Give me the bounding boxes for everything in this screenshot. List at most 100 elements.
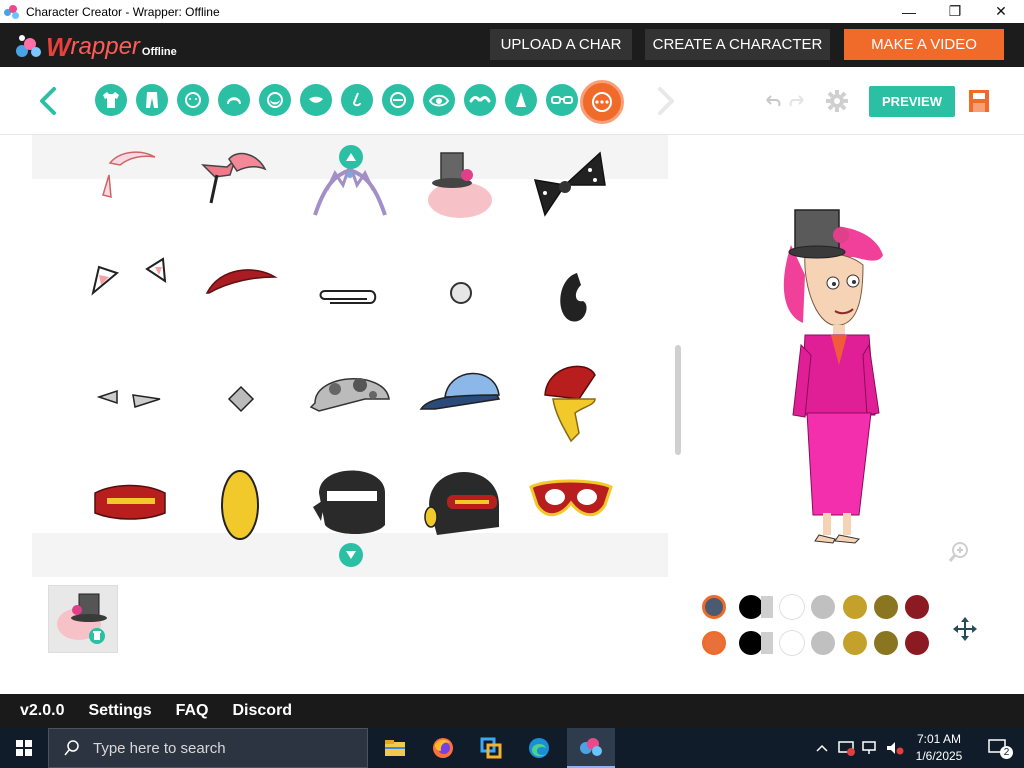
delete-accessory-icon[interactable] bbox=[89, 628, 105, 644]
notifications-button[interactable]: 2 bbox=[978, 728, 1018, 768]
black-polka-bow-item[interactable] bbox=[525, 145, 615, 235]
color-swatch[interactable] bbox=[702, 631, 726, 655]
wrapper-logo[interactable]: W rapper Offline bbox=[16, 29, 177, 61]
search-placeholder: Type here to search bbox=[93, 739, 226, 757]
color-swatch[interactable] bbox=[905, 595, 929, 619]
color-panel bbox=[0, 577, 1024, 694]
face-shape-icon[interactable] bbox=[177, 84, 209, 116]
wrapper-app-icon bbox=[4, 4, 20, 20]
upload-char-button[interactable]: UPLOAD A CHAR bbox=[490, 29, 632, 60]
tray-expand-icon[interactable] bbox=[812, 728, 832, 768]
glasses-icon[interactable] bbox=[546, 84, 578, 116]
color-swatch[interactable] bbox=[874, 595, 898, 619]
diamond-earrings-item[interactable] bbox=[85, 355, 175, 445]
volume-muted-icon[interactable] bbox=[884, 728, 906, 768]
beard-icon[interactable] bbox=[259, 84, 291, 116]
settings-link[interactable]: Settings bbox=[88, 702, 151, 720]
swatch-dropdown-toggle[interactable] bbox=[761, 596, 773, 618]
logo-rapper: rapper bbox=[70, 33, 140, 60]
security-alert-icon[interactable] bbox=[836, 728, 858, 768]
hair-icon[interactable] bbox=[218, 84, 250, 116]
logo-offline: Offline bbox=[141, 46, 177, 58]
close-button[interactable]: ✕ bbox=[978, 0, 1024, 23]
notification-count: 2 bbox=[1000, 746, 1013, 759]
spartan-helmet-item[interactable] bbox=[525, 355, 615, 445]
clock-time: 7:01 AM bbox=[916, 732, 962, 746]
pink-bow-headband-item[interactable] bbox=[195, 145, 285, 235]
settings-gear-icon[interactable] bbox=[825, 89, 849, 113]
animal-ears-item[interactable] bbox=[85, 245, 175, 335]
redo-icon[interactable] bbox=[788, 92, 806, 110]
diamond-stud-item[interactable] bbox=[195, 355, 285, 445]
camo-bandana-item[interactable] bbox=[305, 355, 395, 445]
color-swatch[interactable] bbox=[905, 631, 929, 655]
blue-cap-item[interactable] bbox=[415, 355, 505, 445]
cat-ears-headband-item[interactable] bbox=[85, 145, 175, 235]
app-footer: v2.0.0 Settings FAQ Discord bbox=[0, 694, 1024, 728]
maximize-button[interactable]: ❐ bbox=[932, 0, 978, 23]
color-swatch[interactable] bbox=[780, 631, 804, 655]
forward-arrow-icon[interactable] bbox=[652, 85, 678, 117]
gold-egg-item[interactable] bbox=[195, 465, 285, 555]
eyelid-icon[interactable] bbox=[382, 84, 414, 116]
store-app-icon[interactable] bbox=[467, 728, 515, 768]
hoop-earring-item[interactable] bbox=[525, 245, 615, 335]
file-explorer-icon[interactable] bbox=[371, 728, 419, 768]
ear-icon[interactable] bbox=[505, 84, 537, 116]
color-swatch[interactable] bbox=[843, 595, 867, 619]
swatch-dropdown-toggle[interactable] bbox=[761, 632, 773, 654]
color-swatch[interactable] bbox=[811, 631, 835, 655]
save-icon[interactable] bbox=[968, 89, 990, 113]
preview-button[interactable]: PREVIEW bbox=[869, 86, 955, 117]
helmet-mask-item[interactable] bbox=[415, 465, 505, 555]
color-swatch[interactable] bbox=[702, 595, 726, 619]
windows-logo-icon bbox=[16, 740, 32, 756]
start-button[interactable] bbox=[0, 728, 48, 768]
scroll-up-button[interactable] bbox=[339, 145, 363, 169]
edge-browser-icon[interactable] bbox=[515, 728, 563, 768]
color-swatch[interactable] bbox=[811, 595, 835, 619]
firefox-icon[interactable] bbox=[419, 728, 467, 768]
pants-icon[interactable] bbox=[136, 84, 168, 116]
window-title-bar: Character Creator - Wrapper: Offline — ❐… bbox=[0, 0, 1024, 23]
scroll-down-button[interactable] bbox=[339, 543, 363, 567]
clock-date: 1/6/2025 bbox=[915, 749, 963, 763]
undo-icon[interactable] bbox=[764, 92, 782, 110]
search-icon bbox=[64, 740, 79, 756]
color-swatch[interactable] bbox=[739, 595, 763, 619]
version-label: v2.0.0 bbox=[20, 702, 65, 719]
safety-pin-item[interactable] bbox=[305, 245, 395, 335]
accessory-icon[interactable] bbox=[580, 80, 624, 124]
move-arrows-icon[interactable] bbox=[952, 616, 978, 642]
eye-icon[interactable] bbox=[423, 84, 455, 116]
shirt-icon[interactable] bbox=[95, 84, 127, 116]
taskbar-search[interactable]: Type here to search bbox=[48, 728, 368, 768]
red-eyebrow-item[interactable] bbox=[195, 245, 285, 335]
mouth-icon[interactable] bbox=[300, 84, 332, 116]
color-swatch[interactable] bbox=[843, 631, 867, 655]
faq-link[interactable]: FAQ bbox=[176, 702, 209, 720]
network-icon[interactable] bbox=[860, 728, 882, 768]
minimize-button[interactable]: — bbox=[886, 0, 932, 23]
zoom-in-icon[interactable] bbox=[948, 541, 970, 563]
system-clock[interactable]: 7:01 AM 1/6/2025 bbox=[906, 731, 972, 765]
create-character-button[interactable]: CREATE A CHARACTER bbox=[645, 29, 830, 60]
make-video-button[interactable]: MAKE A VIDEO bbox=[844, 29, 1004, 60]
eyebrow-icon[interactable] bbox=[464, 84, 496, 116]
accessory-grid bbox=[0, 135, 683, 577]
nose-icon[interactable] bbox=[341, 84, 373, 116]
ninja-mask-item[interactable] bbox=[305, 465, 395, 555]
app-header: W rapper Offline UPLOAD A CHAR CREATE A … bbox=[0, 23, 1024, 67]
discord-link[interactable]: Discord bbox=[233, 702, 293, 720]
masquerade-mask-item[interactable] bbox=[525, 465, 615, 555]
selected-accessory-thumbnail[interactable] bbox=[48, 585, 118, 653]
color-swatch[interactable] bbox=[739, 631, 763, 655]
grid-scrollbar[interactable] bbox=[675, 345, 681, 455]
color-swatch[interactable] bbox=[780, 595, 804, 619]
back-arrow-icon[interactable] bbox=[34, 85, 64, 117]
color-swatch[interactable] bbox=[874, 631, 898, 655]
stud-earring-item[interactable] bbox=[415, 245, 505, 335]
red-lips-item[interactable] bbox=[85, 465, 175, 555]
wrapper-taskbar-icon[interactable] bbox=[567, 728, 615, 768]
top-hat-fascinator-item[interactable] bbox=[415, 145, 505, 235]
